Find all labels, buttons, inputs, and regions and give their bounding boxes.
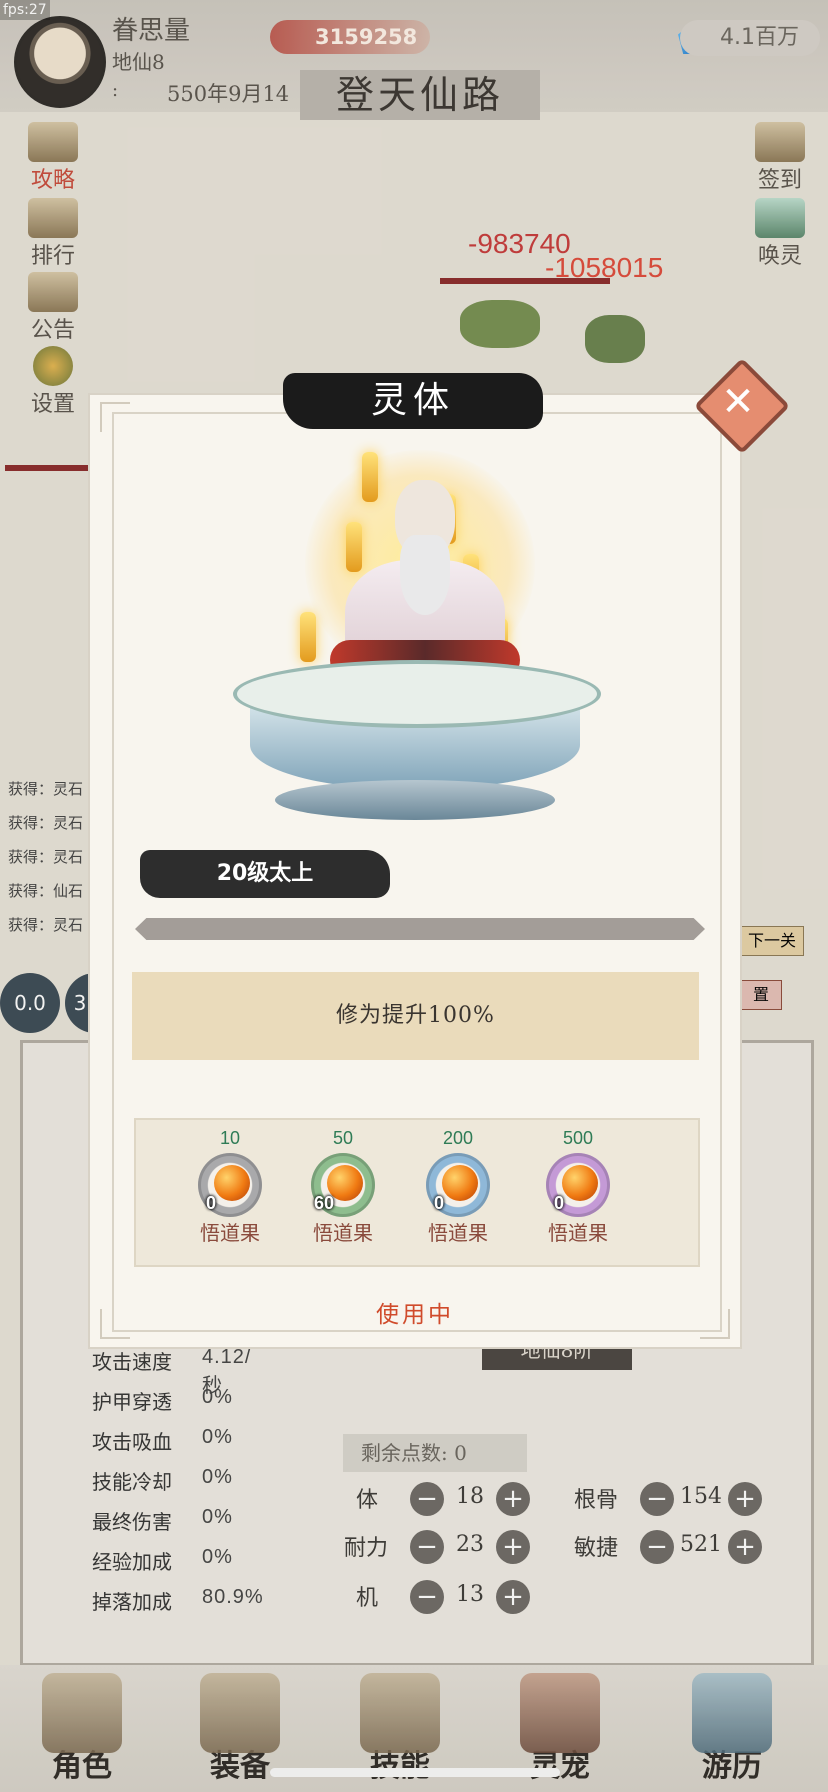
fruit-slot[interactable]: 200 0 悟道果 bbox=[398, 1128, 518, 1268]
lotus-pedestal-top bbox=[233, 660, 601, 728]
lotus-pedestal-base bbox=[275, 780, 555, 820]
enlightenment-fruit-icon: 0 bbox=[198, 1153, 262, 1217]
enlightenment-fruit-icon: 60 bbox=[311, 1153, 375, 1217]
in-use-status: 使用中 bbox=[376, 1302, 454, 1328]
golden-talisman-icon bbox=[346, 522, 362, 572]
fruit-count: 0 bbox=[205, 1193, 216, 1213]
fruit-name: 悟道果 bbox=[428, 1221, 488, 1245]
fruit-name: 悟道果 bbox=[200, 1221, 260, 1245]
modal-title: 灵体 bbox=[370, 380, 455, 421]
frame-corner-ornament bbox=[100, 402, 130, 432]
enlightenment-fruit-icon: 0 bbox=[546, 1153, 610, 1217]
fruit-name: 悟道果 bbox=[313, 1221, 373, 1245]
fruit-slot[interactable]: 10 0 悟道果 bbox=[170, 1128, 290, 1268]
fruit-requirement: 200 bbox=[442, 1128, 474, 1148]
close-icon[interactable]: ✕ bbox=[708, 372, 768, 432]
fruit-count: 0 bbox=[433, 1193, 444, 1213]
golden-talisman-icon bbox=[362, 452, 378, 502]
sage-beard bbox=[400, 535, 450, 615]
spirit-level-label: 20级太上 bbox=[216, 861, 314, 886]
fruit-count: 60 bbox=[313, 1193, 335, 1213]
fruit-requirement: 500 bbox=[562, 1128, 594, 1148]
golden-talisman-icon bbox=[300, 612, 316, 662]
fruit-slot[interactable]: 500 0 悟道果 bbox=[518, 1128, 638, 1268]
fruit-requirement: 50 bbox=[332, 1128, 354, 1148]
enlightenment-fruit-icon: 0 bbox=[426, 1153, 490, 1217]
fruit-slot[interactable]: 50 60 悟道果 bbox=[283, 1128, 403, 1268]
fruit-name: 悟道果 bbox=[548, 1221, 608, 1245]
fruit-count: 0 bbox=[553, 1193, 564, 1213]
fruit-requirement: 10 bbox=[219, 1128, 241, 1148]
effect-text: 修为提升100% bbox=[336, 1003, 495, 1028]
